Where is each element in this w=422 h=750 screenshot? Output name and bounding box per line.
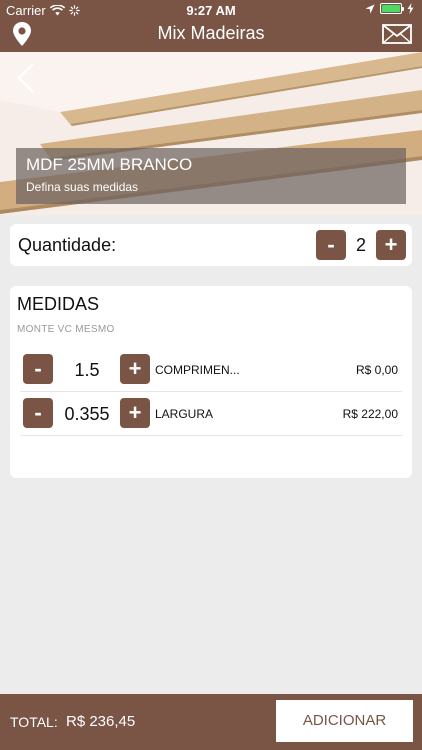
page-title: Mix Madeiras <box>157 23 265 43</box>
product-caption: MDF 25MM BRANCO Defina suas medidas <box>16 148 406 204</box>
quantity-decrease-button[interactable]: - <box>316 230 346 260</box>
total-label: TOTAL: <box>10 714 58 730</box>
quantity-card: Quantidade: - 2 + <box>10 224 412 266</box>
footer-bar: TOTAL: R$ 236,45 ADICIONAR <box>0 694 422 750</box>
total-value: R$ 236,45 <box>66 713 136 730</box>
status-bar: Carrier 9:27 AM <box>0 0 422 22</box>
length-increase-button[interactable]: + <box>120 354 150 384</box>
product-name: MDF 25MM BRANCO <box>26 155 193 174</box>
quantity-value: 2 <box>355 235 366 255</box>
measures-title: MEDIDAS <box>17 294 100 314</box>
measure-row-length: - 1.5 + COMPRIMEN... R$ 0,00 <box>20 348 402 392</box>
product-subtitle: Defina suas medidas <box>26 180 139 194</box>
measures-card: MEDIDAS MONTE VC MESMO - 1.5 + COMPRIMEN… <box>10 286 412 478</box>
nav-bar: Mix Madeiras <box>0 22 422 52</box>
width-price: R$ 222,00 <box>342 407 398 421</box>
battery-level <box>382 5 400 12</box>
length-price: R$ 0,00 <box>355 363 398 377</box>
status-time: 9:27 AM <box>186 3 236 18</box>
location-arrow-icon <box>365 4 375 13</box>
product-hero: MDF 25MM BRANCO Defina suas medidas <box>0 52 422 215</box>
measures-subtitle: MONTE VC MESMO <box>17 324 115 335</box>
charging-bolt-icon <box>407 3 414 14</box>
status-right <box>365 3 414 14</box>
length-value: 1.5 <box>74 360 100 380</box>
add-button[interactable]: ADICIONAR <box>276 700 413 742</box>
measure-row-width: - 0.355 + LARGURA R$ 222,00 <box>20 392 402 436</box>
mail-icon[interactable] <box>382 24 412 44</box>
length-label: COMPRIMEN... <box>155 363 240 377</box>
length-decrease-button[interactable]: - <box>23 354 53 384</box>
back-chevron-icon[interactable] <box>16 62 36 94</box>
width-label: LARGURA <box>155 407 214 421</box>
quantity-increase-button[interactable]: + <box>376 230 406 260</box>
width-increase-button[interactable]: + <box>120 398 150 428</box>
width-value: 0.355 <box>64 404 110 424</box>
width-decrease-button[interactable]: - <box>23 398 53 428</box>
quantity-label: Quantidade: <box>18 235 117 255</box>
battery-icon <box>380 3 404 14</box>
